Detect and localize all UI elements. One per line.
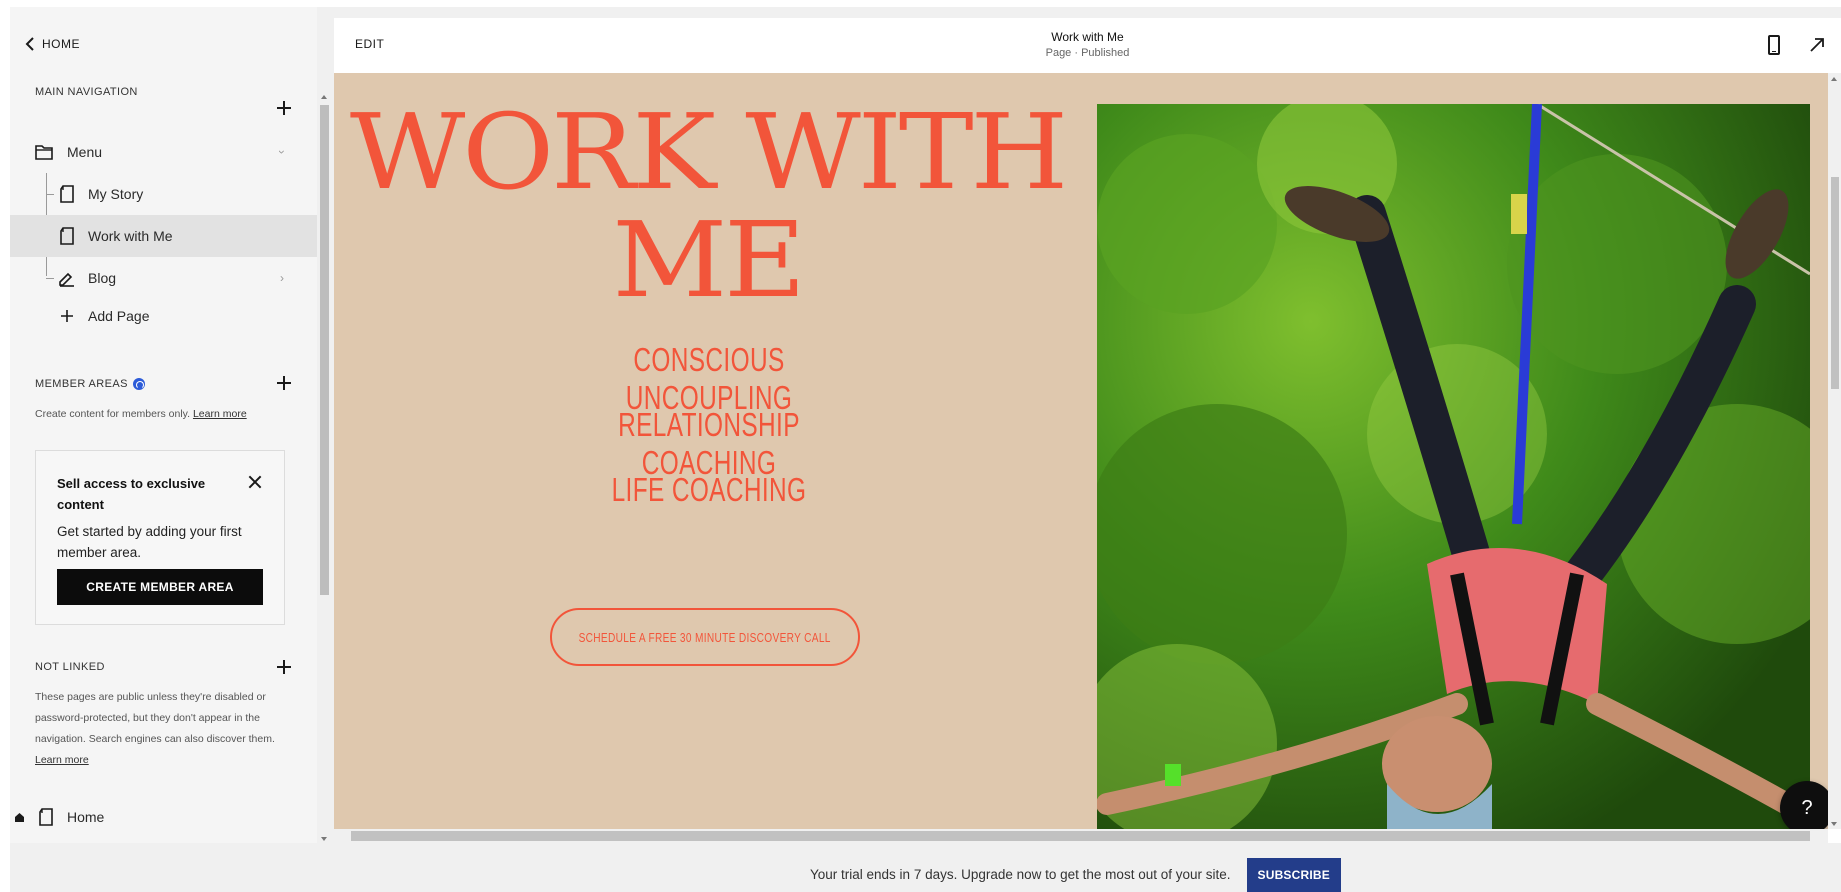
help-button[interactable]: ? (1780, 781, 1828, 829)
sidebar-item-blog[interactable]: Blog › (10, 257, 317, 299)
add-not-linked-button[interactable] (275, 658, 293, 676)
folder-icon (35, 145, 53, 160)
subscribe-button[interactable]: SUBSCRIBE (1246, 857, 1341, 892)
main-navigation-title: MAIN NAVIGATION (35, 86, 138, 98)
page-icon (39, 808, 53, 826)
blog-icon (59, 272, 74, 287)
not-linked-learn-more-link[interactable]: Learn more (35, 754, 89, 766)
sidebar-item-label: Menu (67, 144, 103, 160)
ziplining-photo (1097, 104, 1810, 829)
sidebar-item-label: Blog (88, 270, 117, 286)
home-icon (15, 812, 24, 822)
not-linked-description: These pages are public unless they're di… (35, 687, 280, 771)
preview-header: EDIT Work with Me Page · Published (334, 18, 1841, 73)
sidebar: HOME MAIN NAVIGATION Menu › My Story Wor… (10, 7, 317, 843)
page-icon (60, 185, 74, 203)
page-headline: WORK WITH ME (349, 91, 1068, 321)
promo-body: Get started by adding your first member … (57, 524, 242, 560)
not-linked-desc-text: These pages are public unless they're di… (35, 691, 275, 745)
sidebar-item-menu[interactable]: Menu › (10, 131, 317, 173)
expand-icon[interactable] (1808, 36, 1826, 54)
home-back-label: HOME (42, 37, 80, 51)
member-areas-description: Create content for members only. Learn m… (35, 404, 247, 425)
member-desc-text: Create content for members only. (35, 408, 191, 420)
sidebar-scrollbar-thumb[interactable] (320, 105, 329, 595)
trial-text: Your trial ends in 7 days. Upgrade now t… (810, 867, 1231, 882)
chevron-down-icon[interactable]: › (275, 150, 289, 154)
home-back-link[interactable]: HOME (24, 37, 80, 51)
preview-scroll-up-icon[interactable] (1831, 77, 1837, 81)
add-page-button[interactable]: Add Page (10, 295, 317, 337)
sidebar-item-my-story[interactable]: My Story (10, 173, 317, 215)
preview-v-scrollbar-thumb[interactable] (1831, 177, 1839, 389)
preview-scroll-down-icon[interactable] (1831, 822, 1837, 826)
sidebar-item-home[interactable]: Home (10, 796, 317, 838)
sidebar-item-label: My Story (88, 186, 144, 202)
page-status: Page · Published (1045, 47, 1130, 59)
page-preview: EDIT Work with Me Page · Published WORK … (334, 18, 1841, 843)
member-areas-title: MEMBER AREAS (35, 378, 145, 390)
chevron-right-icon[interactable]: › (280, 271, 284, 285)
sidebar-item-label: Add Page (88, 308, 150, 324)
sidebar-item-label: Home (67, 809, 105, 825)
plus-icon (61, 310, 73, 322)
member-badge-icon (132, 378, 145, 390)
service-item: LIFE COACHING (611, 471, 807, 508)
page-canvas: WORK WITH ME CONSCIOUS UNCOUPLING RELATI… (334, 73, 1828, 829)
promo-title: Sell access to exclusive content (57, 476, 206, 512)
sidebar-scroll-down-icon[interactable] (321, 837, 327, 841)
trial-banner: Your trial ends in 7 days. Upgrade now t… (10, 857, 1841, 892)
member-promo-card: Sell access to exclusive content Get sta… (35, 450, 285, 625)
page-icon (60, 227, 74, 245)
sidebar-item-work-with-me[interactable]: Work with Me (10, 215, 317, 257)
app-window: HOME MAIN NAVIGATION Menu › My Story Wor… (10, 7, 1841, 892)
not-linked-title: NOT LINKED (35, 661, 105, 673)
add-main-nav-button[interactable] (275, 99, 293, 117)
sidebar-item-label: Work with Me (88, 228, 173, 244)
close-icon[interactable] (248, 475, 262, 489)
add-member-area-button[interactable] (275, 374, 293, 392)
mobile-preview-icon[interactable] (1768, 35, 1780, 55)
member-areas-label: MEMBER AREAS (35, 378, 128, 390)
schedule-call-label: SCHEDULE A FREE 30 MINUTE DISCOVERY CALL (578, 629, 832, 645)
chevron-left-icon (25, 37, 34, 51)
member-learn-more-link[interactable]: Learn more (193, 408, 247, 420)
hero-photo (1097, 104, 1810, 829)
page-title: Work with Me (1051, 30, 1124, 44)
create-member-area-button[interactable]: CREATE MEMBER AREA (57, 569, 263, 605)
schedule-call-button[interactable]: SCHEDULE A FREE 30 MINUTE DISCOVERY CALL (550, 608, 860, 666)
preview-h-scrollbar-thumb[interactable] (351, 831, 1810, 841)
sidebar-scroll-up-icon[interactable] (321, 95, 327, 99)
